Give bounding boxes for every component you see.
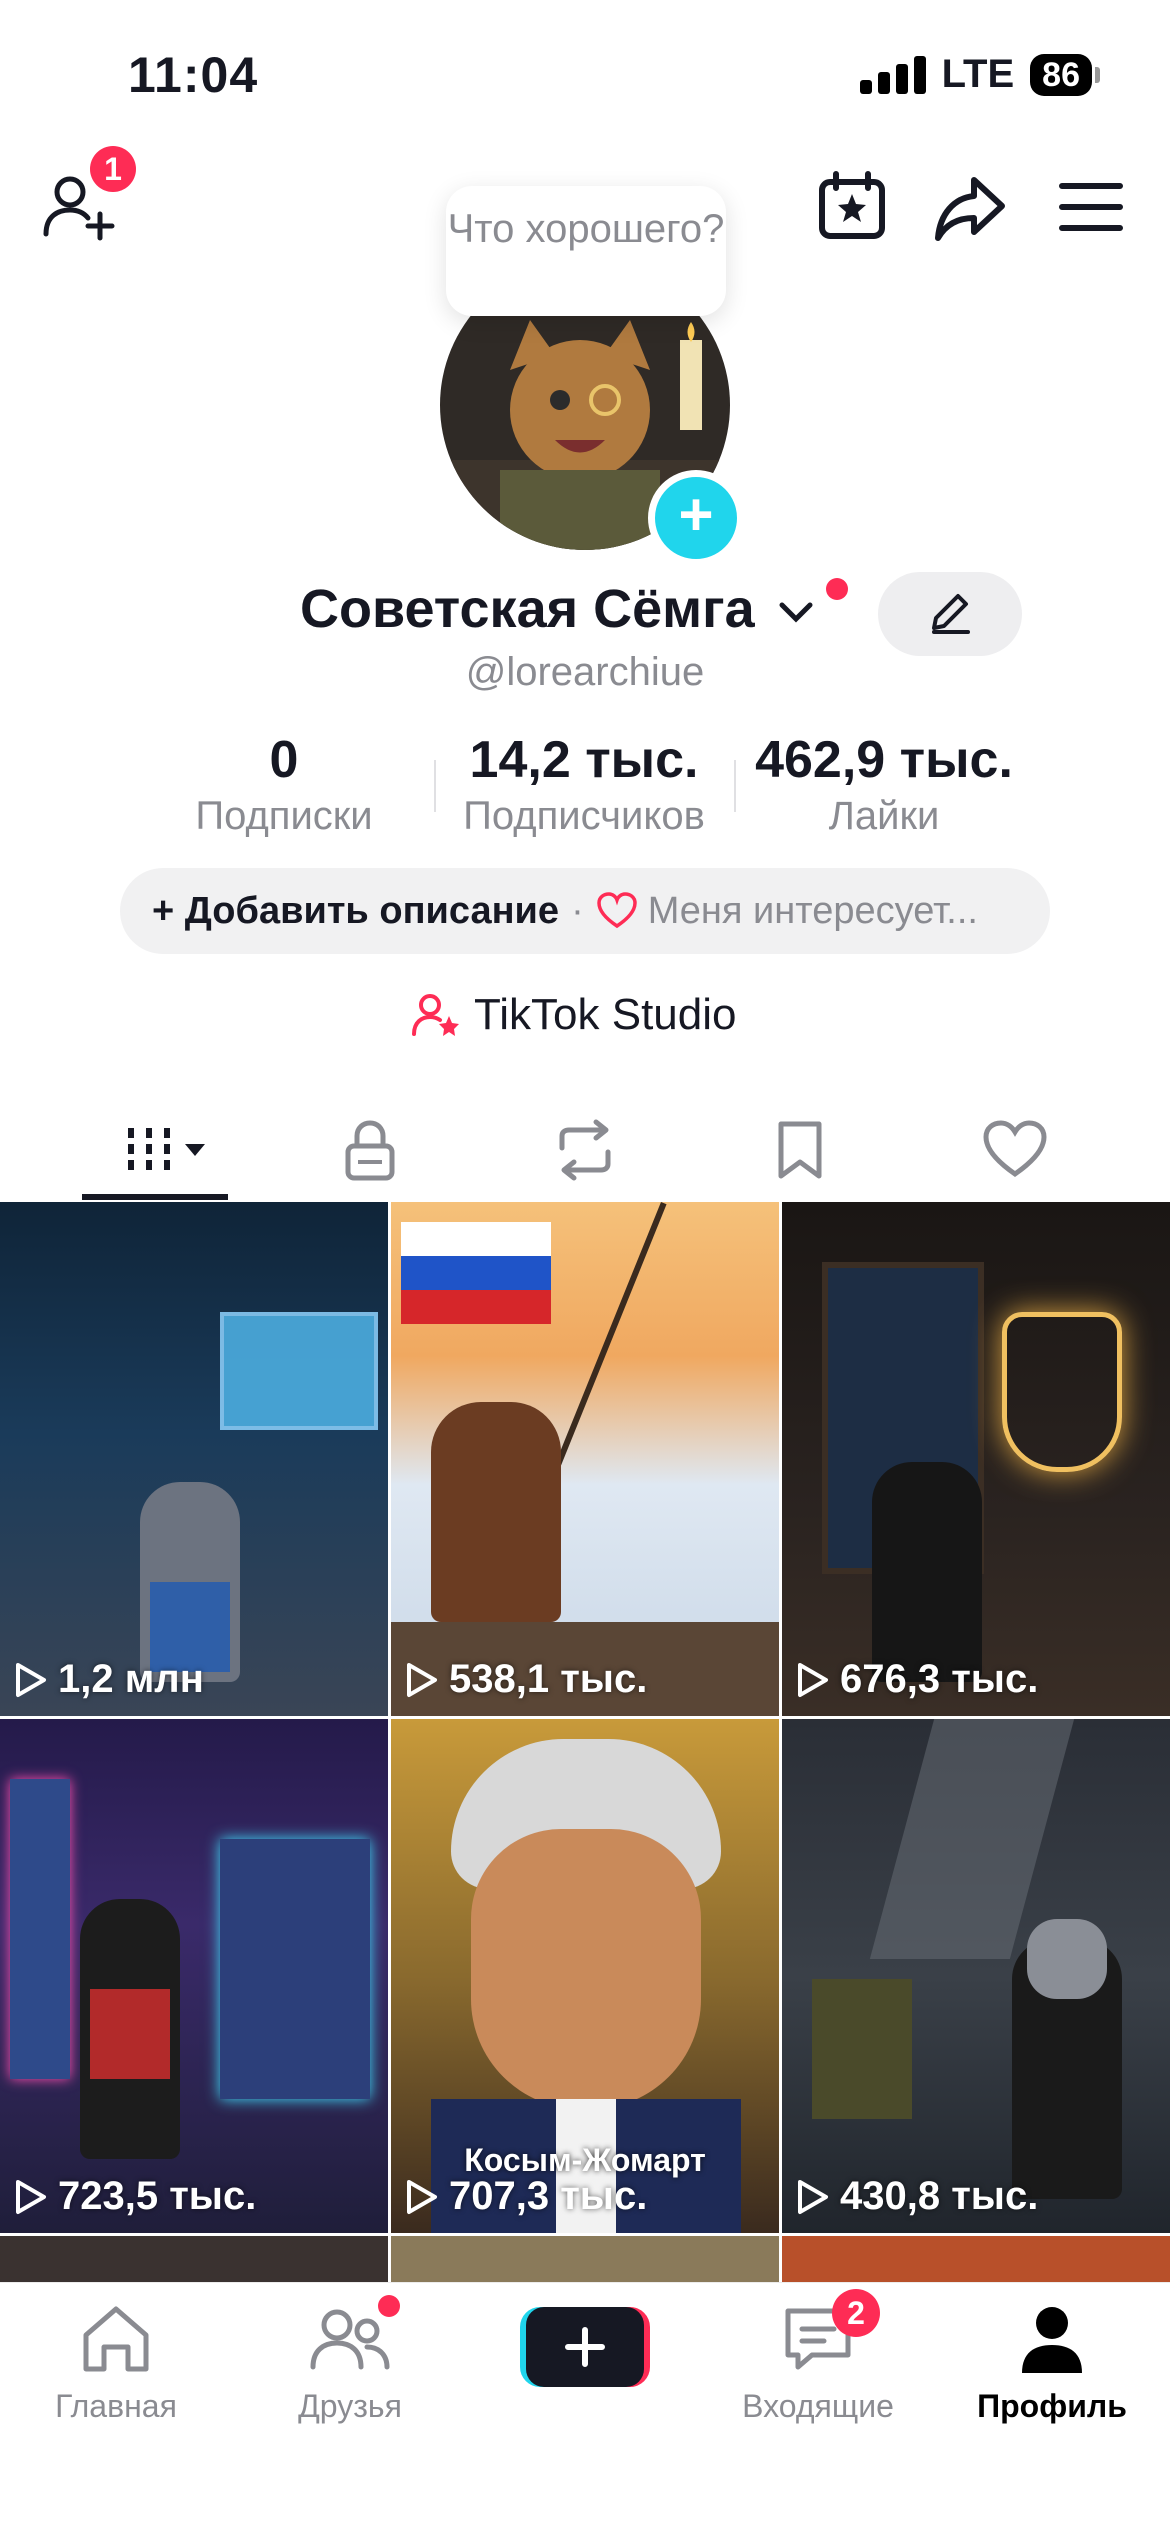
profile-stats: 0 Подписки 14,2 тыс. Подписчиков 462,9 т… — [0, 730, 1170, 840]
calendar-star-icon[interactable] — [814, 168, 890, 244]
home-icon — [83, 2306, 149, 2372]
lock-icon — [345, 1120, 395, 1181]
bottom-nav: Главная Друзья 2 Входящие Профиль — [0, 2282, 1170, 2533]
followers-count: 14,2 тыс. — [469, 731, 699, 789]
display-name[interactable]: Советская Сёмга — [300, 578, 816, 640]
stat-likes[interactable]: 462,9 тыс. Лайки — [734, 730, 1034, 839]
likes-count: 462,9 тыс. — [755, 731, 1013, 789]
network-type: LTE — [941, 52, 1015, 96]
bio-bar: + Добавить описание · Меня интересует... — [120, 868, 1050, 954]
play-icon — [407, 1662, 437, 1697]
nav-home[interactable]: Главная — [16, 2301, 216, 2425]
creator-star-icon — [412, 994, 459, 1036]
plus-icon — [565, 2327, 605, 2367]
play-icon — [798, 2179, 828, 2214]
content-tabs — [0, 1100, 1170, 1200]
inbox-badge: 2 — [832, 2289, 880, 2337]
tab-videos[interactable] — [90, 1110, 230, 1190]
grid-icon — [128, 1128, 205, 1172]
followers-label: Подписчиков — [463, 794, 705, 838]
stat-followers[interactable]: 14,2 тыс. Подписчиков — [434, 730, 734, 839]
tab-reposts[interactable] — [515, 1110, 655, 1190]
video-thumbnail[interactable]: 430,8 тыс. — [782, 1719, 1170, 2233]
bio-separator: · — [571, 889, 584, 932]
video-thumbnail[interactable] — [782, 2236, 1170, 2286]
create-button[interactable] — [520, 2307, 650, 2387]
status-indicators: LTE 86 — [859, 52, 1100, 97]
nav-profile-label: Профиль — [977, 2388, 1127, 2424]
view-count: 1,2 млн — [14, 1657, 204, 1702]
view-count: 676,3 тыс. — [796, 1657, 1038, 1702]
view-count: 430,8 тыс. — [796, 2174, 1038, 2219]
play-icon — [16, 1662, 46, 1697]
view-count: 723,5 тыс. — [14, 2174, 256, 2219]
video-thumbnail[interactable] — [391, 2236, 779, 2286]
nav-inbox-label: Входящие — [742, 2388, 894, 2424]
tab-liked[interactable] — [945, 1110, 1085, 1190]
pencil-icon — [932, 594, 970, 634]
friends-notification-dot — [378, 2295, 400, 2317]
status-time: 11:04 — [128, 47, 259, 103]
heart-icon — [596, 892, 637, 929]
heart-outline-icon — [983, 1120, 1047, 1178]
nav-friends[interactable]: Друзья — [250, 2295, 450, 2425]
add-bio-button[interactable]: + Добавить описание — [152, 890, 559, 933]
share-icon[interactable] — [930, 168, 1010, 248]
menu-icon[interactable] — [1056, 172, 1126, 242]
video-thumbnail[interactable] — [0, 2236, 388, 2286]
video-thumbnail[interactable]: 538,1 тыс. — [391, 1202, 779, 1716]
play-icon — [798, 1662, 828, 1697]
following-count: 0 — [269, 731, 299, 789]
signal-icon — [859, 55, 926, 94]
edit-profile-button[interactable] — [878, 572, 1022, 656]
tiktok-studio-label: TikTok Studio — [474, 990, 737, 1039]
friend-requests-badge: 1 — [90, 146, 136, 192]
nav-home-label: Главная — [55, 2388, 177, 2424]
interests-button[interactable]: Меня интересует... — [648, 890, 978, 933]
repost-icon — [559, 1119, 611, 1181]
username: @lorearchiue — [465, 650, 705, 694]
stat-following[interactable]: 0 Подписки — [134, 730, 434, 839]
add-friend-icon[interactable]: 1 — [40, 146, 136, 248]
battery-icon: 86 — [1030, 53, 1100, 96]
video-thumbnail[interactable]: 1,2 млн — [0, 1202, 388, 1716]
tab-favorites[interactable] — [730, 1110, 870, 1190]
display-name-text: Советская Сёмга — [300, 579, 755, 639]
profile-icon — [1022, 2307, 1082, 2373]
view-count: 538,1 тыс. — [405, 1657, 647, 1702]
play-icon — [407, 2179, 437, 2214]
chevron-down-icon — [779, 602, 813, 623]
status-bubble[interactable]: Что хорошего? — [446, 186, 726, 316]
tiktok-studio-link[interactable]: TikTok Studio — [412, 990, 736, 1040]
add-story-button[interactable]: + — [648, 470, 744, 566]
nav-friends-label: Друзья — [298, 2388, 402, 2424]
nav-inbox[interactable]: 2 Входящие — [718, 2289, 918, 2425]
play-icon — [16, 2179, 46, 2214]
following-label: Подписки — [195, 794, 373, 838]
video-thumbnail[interactable]: 676,3 тыс. — [782, 1202, 1170, 1716]
tab-private[interactable] — [300, 1110, 440, 1190]
notification-dot — [826, 578, 848, 600]
nav-profile[interactable]: Профиль — [952, 2301, 1152, 2425]
battery-level: 86 — [1030, 53, 1092, 96]
video-thumbnail[interactable]: 723,5 тыс. — [0, 1719, 388, 2233]
video-thumbnail[interactable]: Косым-Жомарт 707,3 тыс. — [391, 1719, 779, 2233]
likes-label: Лайки — [828, 794, 940, 838]
bookmark-icon — [778, 1121, 822, 1179]
view-count: 707,3 тыс. — [405, 2174, 647, 2219]
active-tab-indicator — [82, 1194, 228, 1200]
